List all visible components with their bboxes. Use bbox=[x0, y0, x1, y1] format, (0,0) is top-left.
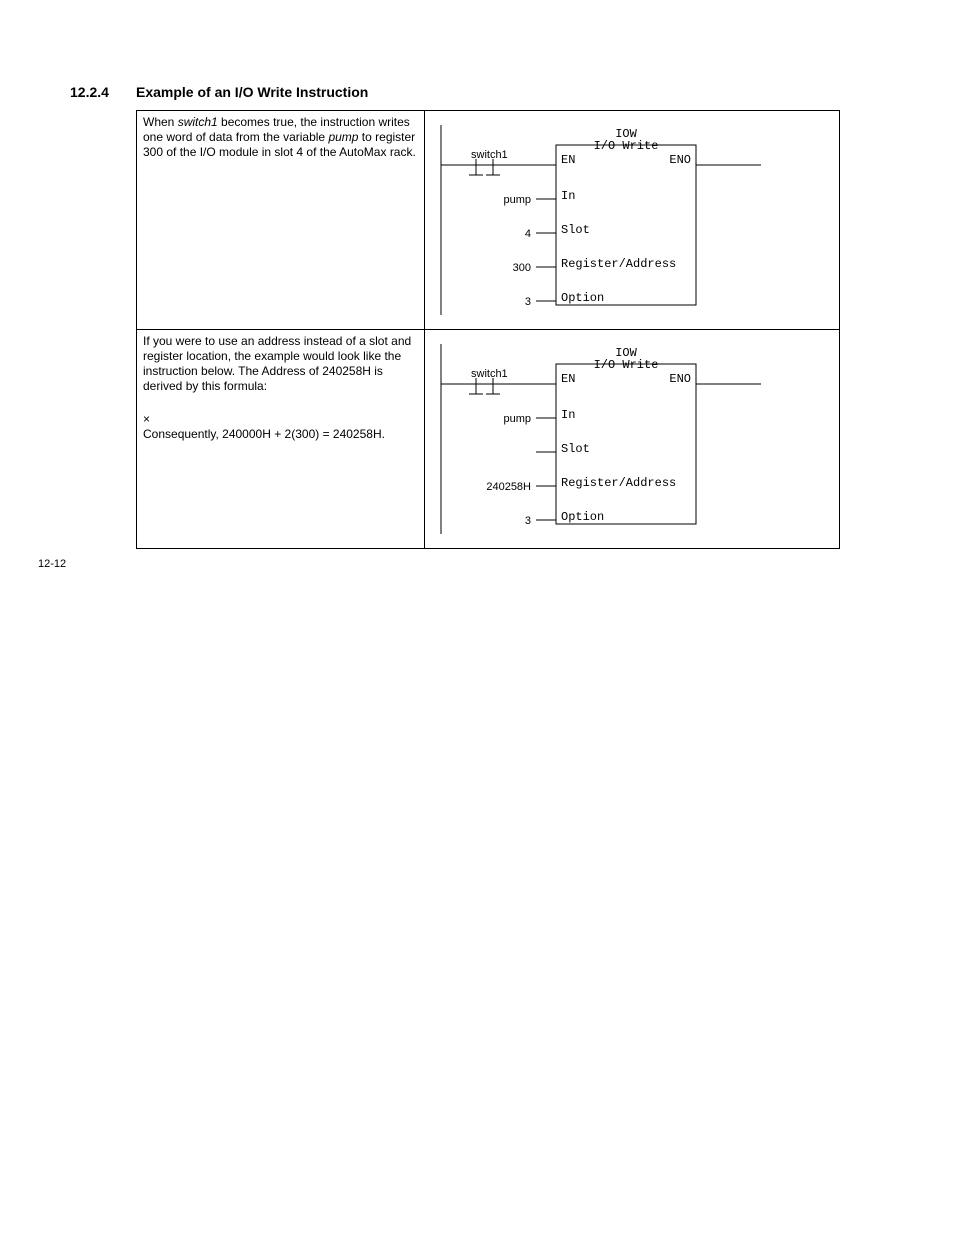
diagram-cell: switch1 IOW I/O Write EN ENO pump In bbox=[424, 330, 839, 549]
eno-label: ENO bbox=[669, 372, 691, 386]
variable-name: pump bbox=[328, 130, 358, 144]
variable-name: switch1 bbox=[178, 115, 218, 129]
text: If you were to use an address instead of… bbox=[143, 334, 418, 394]
input-label: Option bbox=[561, 291, 604, 305]
description-cell: If you were to use an address instead of… bbox=[137, 330, 425, 549]
page-number: 12-12 bbox=[38, 558, 66, 570]
input-label: Option bbox=[561, 510, 604, 524]
input-value: pump bbox=[503, 413, 531, 425]
block-subtitle: I/O Write bbox=[593, 358, 658, 372]
formula-text: × bbox=[143, 412, 418, 427]
ladder-diagram: switch1 IOW I/O Write EN ENO bbox=[431, 115, 821, 315]
description-cell: When switch1 becomes true, the instructi… bbox=[137, 111, 425, 330]
input-value: pump bbox=[503, 194, 531, 206]
contact-label: switch1 bbox=[471, 149, 508, 161]
ladder-diagram: switch1 IOW I/O Write EN ENO pump In bbox=[431, 334, 821, 534]
input-value: 3 bbox=[524, 296, 530, 308]
input-value: 4 bbox=[524, 228, 530, 240]
section-number: 12.2.4 bbox=[70, 84, 136, 100]
text: When bbox=[143, 115, 178, 129]
block-subtitle: I/O Write bbox=[593, 139, 658, 153]
table-row: If you were to use an address instead of… bbox=[137, 330, 840, 549]
input-label: In bbox=[561, 189, 575, 203]
eno-label: ENO bbox=[669, 153, 691, 167]
example-table: When switch1 becomes true, the instructi… bbox=[136, 110, 840, 549]
input-value: 300 bbox=[512, 262, 530, 274]
input-label: Register/Address bbox=[561, 257, 676, 271]
en-label: EN bbox=[561, 372, 575, 386]
contact-label: switch1 bbox=[471, 368, 508, 380]
table-row: When switch1 becomes true, the instructi… bbox=[137, 111, 840, 330]
input-label: Register/Address bbox=[561, 476, 676, 490]
diagram-cell: switch1 IOW I/O Write EN ENO bbox=[424, 111, 839, 330]
en-label: EN bbox=[561, 153, 575, 167]
input-label: In bbox=[561, 408, 575, 422]
section-title: Example of an I/O Write Instruction bbox=[136, 84, 368, 100]
text: Consequently, 240000H + 2(300) = 240258H… bbox=[143, 427, 418, 442]
input-value: 3 bbox=[524, 515, 530, 527]
input-label: Slot bbox=[561, 223, 590, 237]
section-heading: 12.2.4 Example of an I/O Write Instructi… bbox=[70, 84, 954, 100]
input-value: 240258H bbox=[486, 481, 531, 493]
input-label: Slot bbox=[561, 442, 590, 456]
